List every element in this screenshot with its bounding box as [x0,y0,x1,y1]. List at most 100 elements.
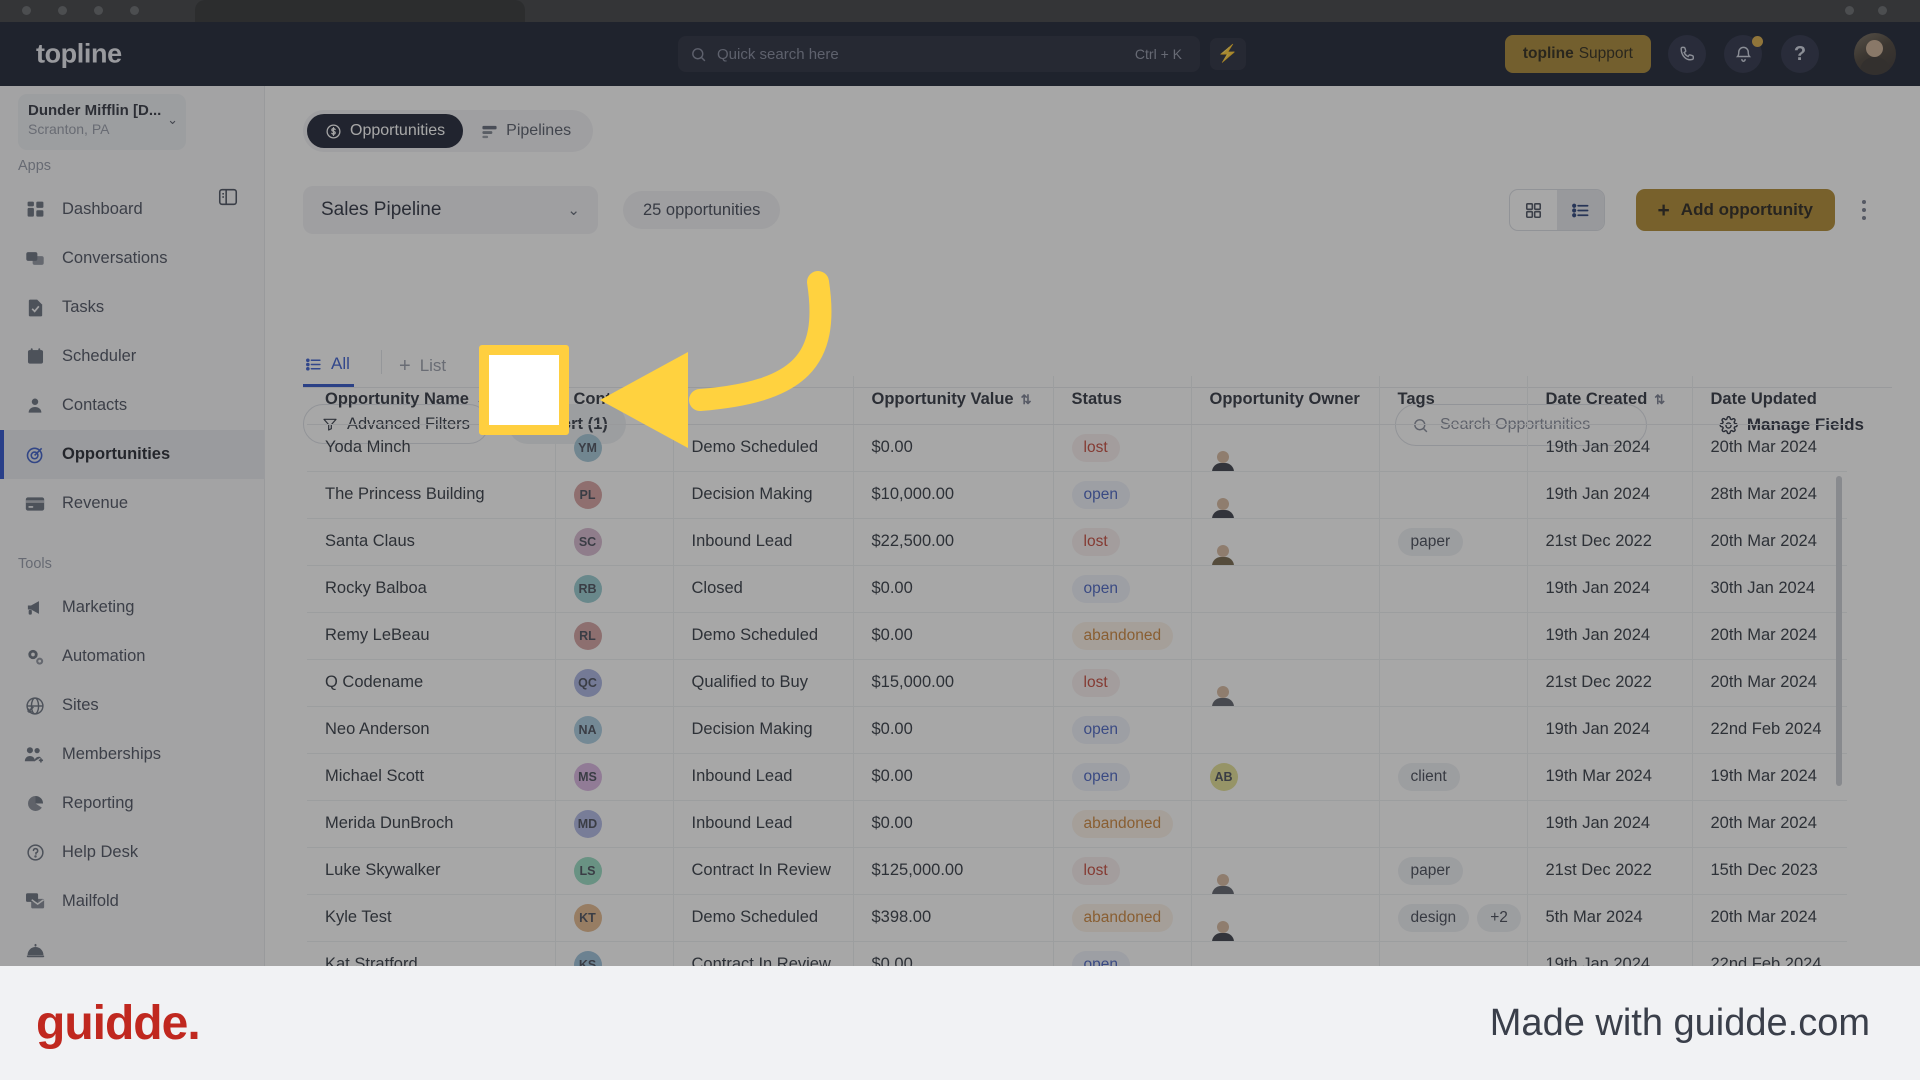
notifications-button[interactable] [1724,35,1763,73]
cell-contact[interactable]: MS [555,753,674,801]
cell-opportunity-name[interactable]: Luke Skywalker [307,847,556,895]
table-row[interactable]: Merida DunBroch MD Inbound Lead $0.00 abando… [307,800,1847,848]
opportunity-name-text: Michael Scott [325,767,425,785]
cell-opportunity-name[interactable]: Santa Claus [307,518,556,566]
phone-button[interactable] [1668,35,1706,73]
add-opportunity-button[interactable]: + Add opportunity [1635,189,1835,231]
more-options-button[interactable] [1850,195,1878,225]
help-button[interactable]: ? [1781,35,1819,73]
table-row[interactable]: The Princess Building PL Decision Making $1… [307,471,1847,519]
browser-close-icon[interactable] [1878,6,1887,15]
browser-forward-icon[interactable] [58,6,67,15]
task-icon [22,297,48,319]
table-row[interactable]: Santa Claus SC Inbound Lead $22,500.00 lost p… [307,518,1847,566]
cell-opportunity-name[interactable]: Q Codename [307,659,556,707]
browser-tab[interactable] [195,0,525,22]
organization-selector[interactable]: Dunder Mifflin [D... Scranton, PA ⌄ [18,94,186,150]
cell-opportunity-name[interactable]: Michael Scott [307,753,556,801]
quick-search-input[interactable]: Quick search here Ctrl + K [678,36,1200,72]
sidebar-item-sites[interactable]: Sites [0,681,265,730]
date-created-text: 19th Jan 2024 [1545,720,1651,738]
cell-tags [1379,612,1528,660]
pipeline-dropdown[interactable]: Sales Pipeline ⌄ [303,186,598,234]
column-header-status[interactable]: Status [1053,376,1192,425]
cell-opportunity-value: $15,000.00 [853,659,1054,707]
table-row[interactable]: Kyle Test KT Demo Scheduled $398.00 abandone… [307,894,1847,942]
sidebar-item-tasks[interactable]: Tasks [0,283,265,332]
cell-date-updated: 19th Mar 2024 [1692,753,1847,801]
cell-opportunity-name[interactable]: Neo Anderson [307,706,556,754]
column-header-opportunity-value[interactable]: Opportunity Value ⇅ [853,376,1054,425]
cell-contact[interactable]: LS [555,847,674,895]
cell-opportunity-name[interactable]: Merida DunBroch [307,800,556,848]
cell-date-created: 19th Jan 2024 [1527,706,1693,754]
app-logo[interactable]: topline [36,39,122,70]
table-row[interactable]: Rocky Balboa RB Closed $0.00 open 19th Jan 20… [307,565,1847,613]
grid-view-button[interactable] [1510,190,1557,230]
cell-contact[interactable]: QC [555,659,674,707]
tag-chip[interactable]: design [1397,903,1470,932]
table-vertical-scrollbar[interactable] [1836,476,1842,786]
cell-contact[interactable]: RB [555,565,674,613]
tag-chip[interactable]: +2 [1477,903,1521,932]
table-row[interactable]: Q Codename QC Qualified to Buy $15,000.00 lo… [307,659,1847,707]
table-row[interactable]: Neo Anderson NA Decision Making $0.00 open 19… [307,706,1847,754]
opportunity-name-text: Neo Anderson [325,720,430,738]
cell-opportunity-owner [1191,706,1380,754]
cell-contact[interactable]: PL [555,471,674,519]
column-header-opportunity-owner[interactable]: Opportunity Owner [1191,376,1380,425]
grid-view-icon [1525,202,1542,218]
table-row[interactable]: Luke Skywalker LS Contract In Review $125,0… [307,847,1847,895]
cell-tags: paper [1379,847,1528,895]
opportunity-name-text: Yoda Minch [325,438,411,456]
column-header-date-created[interactable]: Date Created ⇅ [1527,376,1693,425]
sidebar-item-mailfold[interactable]: Mailfold [0,877,265,926]
sidebar-item-reporting[interactable]: Reporting [0,779,265,828]
browser-home-icon[interactable] [130,6,139,15]
sidebar-item-marketing[interactable]: Marketing [0,583,265,632]
cell-contact[interactable]: YM [555,424,674,472]
column-header-tags[interactable]: Tags [1379,376,1528,425]
list-view-button[interactable] [1557,190,1604,230]
browser-reload-icon[interactable] [94,6,103,15]
column-header-date-updated[interactable]: Date Updated [1692,376,1847,425]
cell-contact[interactable]: KT [555,894,674,942]
opportunity-value-text: $0.00 [871,814,913,832]
phone-icon [1679,46,1694,60]
tag-chip[interactable]: paper [1397,527,1464,556]
cell-contact[interactable]: NA [555,706,674,754]
tag-chip[interactable]: client [1397,762,1460,791]
quick-actions-button[interactable]: ⚡ [1210,38,1246,70]
sidebar-item-revenue[interactable]: Revenue [0,479,265,528]
sidebar-item-automation[interactable]: Automation [0,632,265,681]
sidebar-item-help-desk[interactable]: Help Desk [0,828,265,877]
tag-chip[interactable]: paper [1397,856,1464,885]
support-button[interactable]: topline Support [1504,35,1651,73]
cell-contact[interactable]: RL [555,612,674,660]
browser-back-icon[interactable] [22,6,31,15]
cell-stage: Inbound Lead [673,753,854,801]
table-row[interactable]: Michael Scott MS Inbound Lead $0.00 open AB cl… [307,753,1847,801]
tab-pipelines[interactable]: Pipelines [463,114,589,148]
user-avatar[interactable] [1854,33,1896,75]
sidebar-item-scheduler[interactable]: Scheduler [0,332,265,381]
sidebar-item-conversations[interactable]: Conversations [0,234,265,283]
sidebar-item-opportunities[interactable]: Opportunities [0,430,265,479]
column-header-contact[interactable]: Contact [555,376,674,425]
column-header-stage[interactable]: Stage [673,376,854,425]
sidebar-item-memberships[interactable]: Memberships [0,730,265,779]
cell-contact[interactable]: SC [555,518,674,566]
cell-contact[interactable]: MD [555,800,674,848]
cell-opportunity-value: $22,500.00 [853,518,1054,566]
tab-opportunities[interactable]: Opportunities [307,114,464,148]
browser-menu-icon[interactable] [1845,6,1854,15]
sidebar-item-contacts[interactable]: Contacts [0,381,265,430]
cell-opportunity-name[interactable]: The Princess Building [307,471,556,519]
sidebar-item-dashboard[interactable]: Dashboard [0,185,265,234]
cell-opportunity-value: $10,000.00 [853,471,1054,519]
cell-opportunity-name[interactable]: Kyle Test [307,894,556,942]
cell-opportunity-name[interactable]: Rocky Balboa [307,565,556,613]
cell-opportunity-name[interactable]: Remy LeBeau [307,612,556,660]
table-row[interactable]: Remy LeBeau RL Demo Scheduled $0.00 abandone… [307,612,1847,660]
pipeline-icon [482,125,497,138]
